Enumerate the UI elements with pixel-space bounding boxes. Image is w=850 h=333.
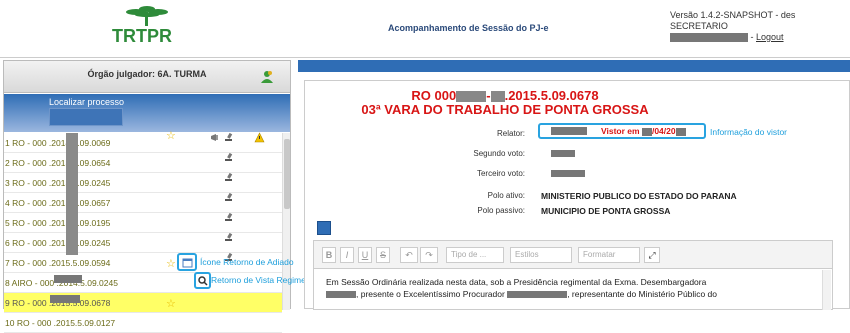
redacted-segundo xyxy=(551,150,575,157)
editor-toolbar: B I U S ↶ ↷ Tipo de ... Estilos Formatar… xyxy=(314,241,832,269)
logout-line: - Logout xyxy=(670,32,850,43)
editor-scrollbar[interactable] xyxy=(822,270,831,310)
annotation-adiado: Ícone Retorno de Adiado xyxy=(200,257,294,267)
gavel-icon xyxy=(225,132,233,141)
annotation-vistor: Informação do vistor xyxy=(710,127,788,137)
header: TRTPR Acompanhamento de Sessão do PJ-e V… xyxy=(0,0,850,58)
redacted-process-numbers xyxy=(66,133,78,255)
polo-passivo-label: Polo passivo: xyxy=(477,206,525,215)
scrollbar-thumb[interactable] xyxy=(284,139,290,209)
redo-button[interactable]: ↷ xyxy=(420,247,438,263)
gavel-icon xyxy=(225,232,233,241)
polo-passivo-value: MUNICIPIO DE PONTA GROSSA xyxy=(541,206,671,216)
redacted-case-part xyxy=(490,91,505,103)
expand-icon[interactable] xyxy=(317,221,331,235)
star-icon[interactable]: ☆ xyxy=(166,131,176,142)
trtpr-logo: TRTPR xyxy=(112,6,182,46)
case-vara: 03ª VARA DO TRABALHO DE PONTA GROSSA xyxy=(361,102,649,117)
calendar-icon[interactable] xyxy=(182,257,193,268)
orgao-header: Órgão julgador: 6A. TURMA xyxy=(4,61,290,93)
tree-logo-icon xyxy=(126,6,168,26)
redacted-case-part xyxy=(456,91,487,103)
process-row-4[interactable]: 4 RO - 000 .2015.5.09.0657 xyxy=(4,193,282,213)
formatar-dropdown[interactable]: Formatar xyxy=(578,247,640,263)
process-row-2[interactable]: 2 RO - 000 .2013.5.09.0654 xyxy=(4,153,282,173)
version-text: Versão 1.4.2-SNAPSHOT - des xyxy=(670,10,796,20)
redacted-username xyxy=(670,33,748,43)
editor-content[interactable]: Em Sessão Ordinária realizada nesta data… xyxy=(326,276,816,300)
process-number: 7 RO - 000 .2015.5.09.0594 xyxy=(5,258,111,268)
maximize-button[interactable]: ⤢ xyxy=(644,247,660,263)
process-number: 2 RO - 000 .2013.5.09.0654 xyxy=(5,158,111,168)
app-title: Acompanhamento de Sessão do PJ-e xyxy=(388,23,549,33)
process-detail-panel: RO 000- .2015.5.09.0678 03ª VARA DO TRABA… xyxy=(304,80,850,310)
logo-text: TRTPR xyxy=(112,26,172,46)
gavel-icon xyxy=(225,192,233,201)
process-row-3[interactable]: 3 RO - 000 .2013.5.09.0245 xyxy=(4,173,282,193)
redacted-text xyxy=(50,295,80,303)
polo-ativo-label: Polo ativo: xyxy=(487,191,525,200)
case-number-title: RO 000- .2015.5.09.0678 xyxy=(411,88,599,103)
segundo-voto-label: Segundo voto: xyxy=(473,149,525,158)
process-number: 4 RO - 000 .2015.5.09.0657 xyxy=(5,198,111,208)
vistor-info: Vistor em /04/20 xyxy=(601,126,686,136)
user-info: Versão 1.4.2-SNAPSHOT - des SECRETARIO -… xyxy=(670,10,850,43)
bold-button[interactable]: B xyxy=(322,247,336,263)
star-icon[interactable]: ☆ xyxy=(166,299,176,310)
redacted-relator xyxy=(551,127,587,135)
logout-link[interactable]: Logout xyxy=(756,32,784,42)
orgao-label: Órgão julgador: 6A. TURMA xyxy=(87,69,207,79)
process-row-5[interactable]: 5 RO - 000 .2015.5.09.0195 xyxy=(4,213,282,233)
process-row-10[interactable]: 10 RO - 000 .2015.5.09.0127 xyxy=(4,313,282,333)
editor-line-1: Em Sessão Ordinária realizada nesta data… xyxy=(326,277,707,287)
search-input[interactable] xyxy=(49,108,123,126)
star-icon[interactable]: ☆ xyxy=(166,259,176,270)
underline-button[interactable]: U xyxy=(358,247,372,263)
process-number: 3 RO - 000 .2013.5.09.0245 xyxy=(5,178,111,188)
session-process-panel: Órgão julgador: 6A. TURMA Localizar proc… xyxy=(3,60,320,333)
process-number: 6 RO - 000 .2015.5.09.0245 xyxy=(5,238,111,248)
participants-icon[interactable] xyxy=(260,70,274,84)
estilos-dropdown[interactable]: Estilos xyxy=(510,247,572,263)
role-text: SECRETARIO xyxy=(670,21,728,31)
gavel-icon xyxy=(225,212,233,221)
gavel-icon xyxy=(225,172,233,181)
process-number: 5 RO - 000 .2015.5.09.0195 xyxy=(5,218,111,228)
gavel-icon xyxy=(225,152,233,161)
process-number: 1 RO - 000 .2014.5.09.0069 xyxy=(5,138,111,148)
relator-label: Relator: xyxy=(496,129,525,138)
strike-button[interactable]: S xyxy=(376,247,390,263)
megaphone-icon xyxy=(211,134,218,141)
warning-icon xyxy=(254,132,265,143)
process-row-9-selected[interactable]: 9 RO - 000 .2015.5.09.0678 xyxy=(4,293,282,313)
tipo-dropdown[interactable]: Tipo de ... xyxy=(446,247,504,263)
magnifier-icon[interactable] xyxy=(197,275,208,286)
redacted-terceiro xyxy=(551,170,585,177)
terceiro-voto-label: Terceiro voto: xyxy=(476,169,525,178)
right-panel-header-bar xyxy=(298,60,850,72)
process-number: 10 RO - 000 .2015.5.09.0127 xyxy=(5,318,116,328)
undo-button[interactable]: ↶ xyxy=(400,247,418,263)
editor-line-2: , presente o Excelentíssimo Procurador ,… xyxy=(326,288,816,300)
polo-ativo-value: MINISTERIO PUBLICO DO ESTADO DO PARANA xyxy=(541,191,737,201)
rich-text-editor[interactable]: B I U S ↶ ↷ Tipo de ... Estilos Formatar… xyxy=(313,240,833,310)
process-row-1[interactable]: 1 RO - 000 .2014.5.09.0069 xyxy=(4,133,282,153)
italic-button[interactable]: I xyxy=(340,247,354,263)
process-row-6[interactable]: 6 RO - 000 .2015.5.09.0245 xyxy=(4,233,282,253)
search-area: Localizar processo xyxy=(4,94,290,132)
search-label: Localizar processo xyxy=(49,97,125,107)
redacted-text xyxy=(54,275,82,283)
